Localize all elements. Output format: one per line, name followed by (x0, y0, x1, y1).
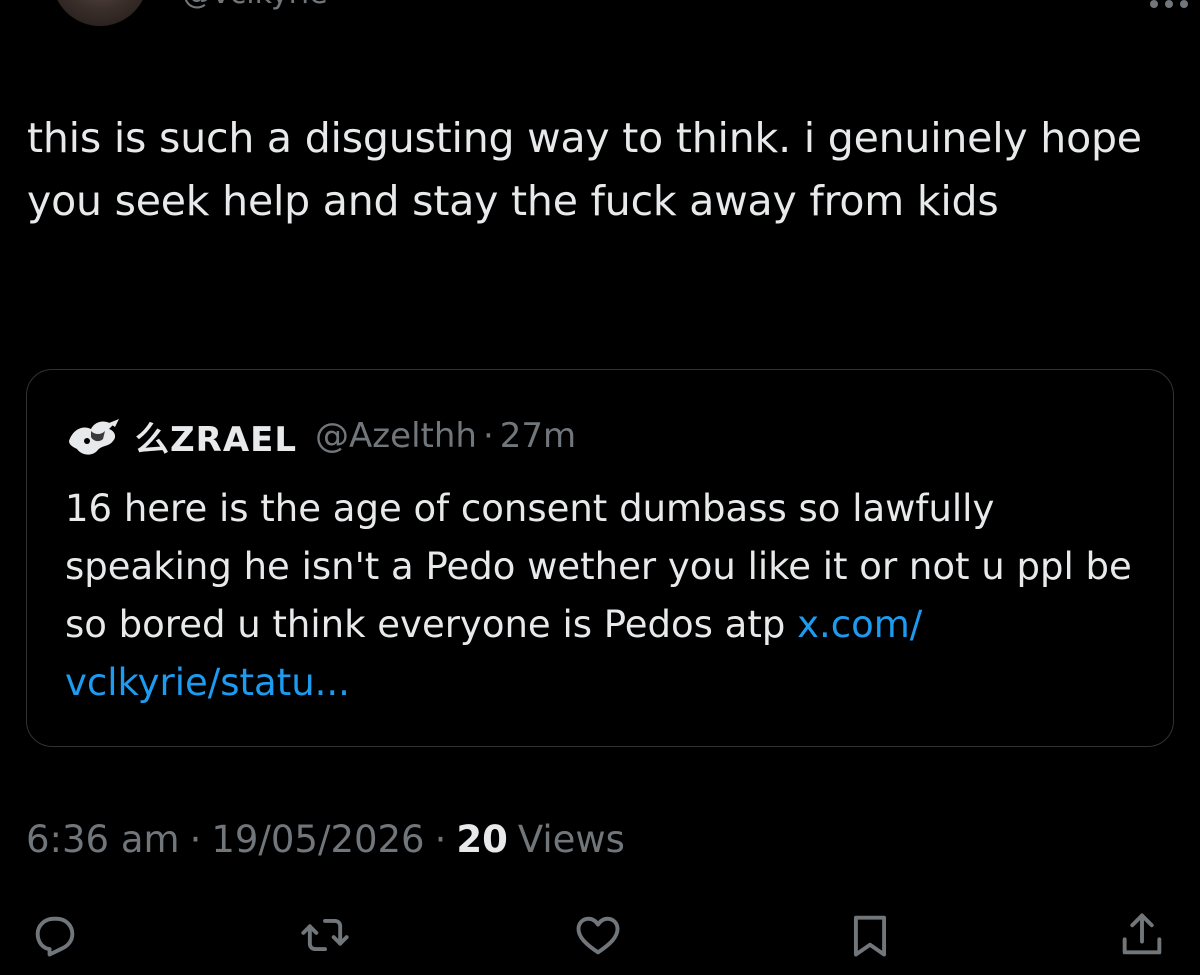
heart-icon (576, 916, 620, 955)
quoted-link-line1[interactable]: x.com/ (797, 603, 922, 646)
author-avatar[interactable] (52, 0, 148, 26)
quoted-link-line2[interactable]: vclkyrie/statu... (65, 661, 350, 704)
quoted-author-name[interactable]: 么ZRAEL (135, 412, 297, 461)
action-bar (0, 905, 1200, 965)
more-icon[interactable] (1150, 0, 1190, 10)
quoted-separator: · (482, 416, 494, 456)
quoted-text-body: 16 here is the age of consent dumbass so… (65, 487, 1132, 646)
tweet-time[interactable]: 6:36 am (26, 818, 180, 861)
retweet-icon (301, 918, 349, 952)
tweet-detail-page: @vclkyrie this is such a disgusting way … (0, 0, 1200, 975)
reply-button[interactable] (25, 905, 85, 965)
bookmark-button[interactable] (840, 905, 900, 965)
quoted-tweet-text: 16 here is the age of consent dumbass so… (65, 480, 1150, 712)
quoted-tweet-header: 么ZRAEL @Azelthh · 27m (65, 416, 576, 460)
share-icon (1122, 913, 1162, 955)
reply-icon (35, 916, 75, 957)
retweet-button[interactable] (295, 905, 355, 965)
meta-separator: · (189, 818, 202, 861)
quoted-time[interactable]: 27m (500, 416, 576, 456)
tweet-date[interactable]: 19/05/2026 (211, 818, 424, 861)
views-count[interactable]: 20 (456, 818, 508, 861)
tweet-text: this is such a disgusting way to think. … (27, 114, 1142, 225)
share-button[interactable] (1112, 905, 1172, 965)
meta-separator: · (434, 818, 447, 861)
quoted-avatar-icon[interactable] (65, 407, 123, 465)
author-handle[interactable]: @vclkyrie (182, 0, 328, 11)
quoted-tweet[interactable]: 么ZRAEL @Azelthh · 27m 16 here is the age… (26, 369, 1174, 747)
like-button[interactable] (568, 905, 628, 965)
tweet-meta: 6:36 am · 19/05/2026 · 20 Views (26, 818, 625, 861)
views-label[interactable]: Views (518, 818, 625, 861)
bookmark-icon (853, 915, 887, 957)
quoted-author-handle[interactable]: @Azelthh (315, 416, 477, 456)
